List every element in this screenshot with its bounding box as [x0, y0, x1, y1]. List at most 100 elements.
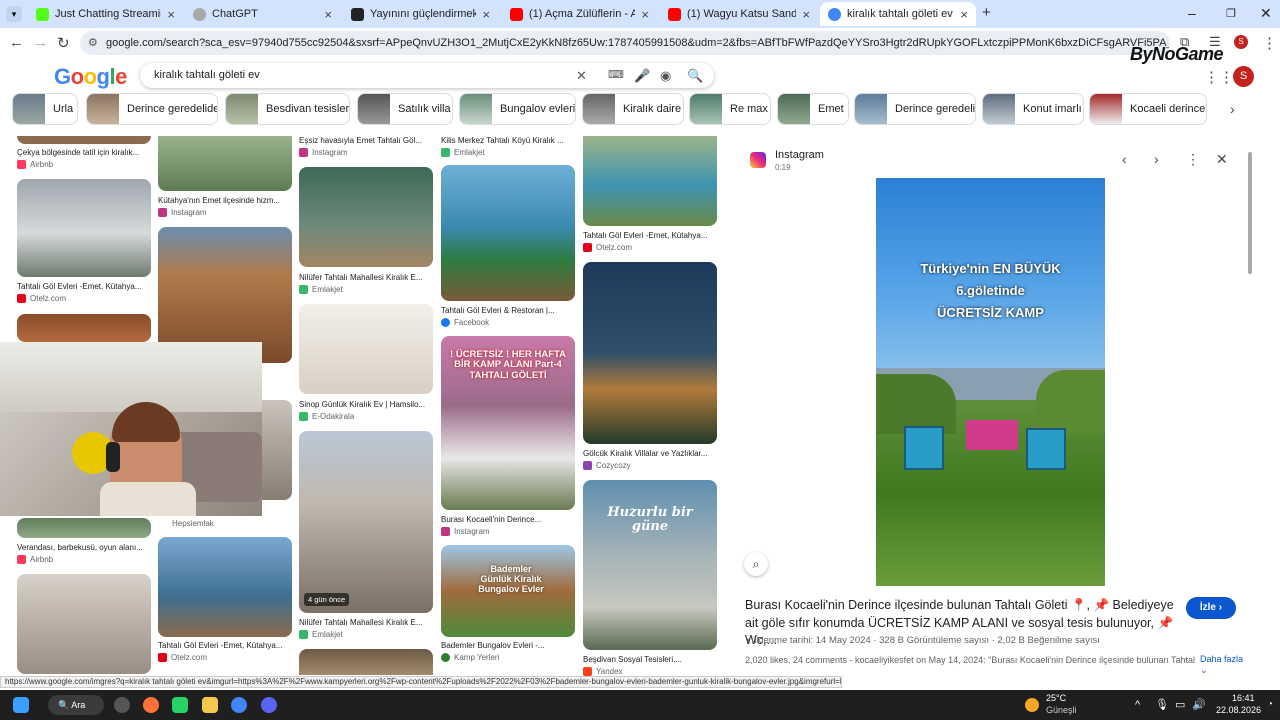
tab-youtube-music[interactable]: (1) Açma Zülüflerin - Anatolian × [502, 2, 657, 26]
forward-icon[interactable]: → [33, 34, 48, 51]
result-card[interactable]: Bademler Günlük Kiralık Bungalov Evler B… [441, 545, 575, 665]
result-card[interactable]: 4 gün önce Nilüfer Tahtalı Mahallesi Kir… [299, 431, 433, 641]
watch-button[interactable]: İzle › [1186, 597, 1236, 619]
result-image[interactable] [17, 179, 151, 277]
result-card[interactable]: Kütahya'nın Emet ilçesinde hizm... Insta… [158, 136, 292, 220]
result-card[interactable]: Tahtalı Göl Evleri -Emet, Kütahya... Ote… [583, 136, 717, 254]
close-icon[interactable]: × [802, 7, 810, 22]
result-image[interactable] [299, 431, 433, 613]
preview-source[interactable]: Instagram [775, 149, 824, 161]
search-input[interactable]: kiralık tahtalı göleti ev [154, 69, 260, 81]
prev-icon[interactable]: ‹ [1122, 151, 1127, 167]
result-title[interactable]: Tahtalı Göl Evleri -Emet, Kütahya... [158, 641, 292, 650]
preview-image[interactable]: Türkiye'nin EN BÜYÜK 6.göletinde ÜCRETSİ… [876, 178, 1105, 586]
more-options-icon[interactable]: ⋮ [1186, 151, 1200, 168]
mic-icon[interactable]: 🎤 [634, 63, 650, 88]
result-card[interactable] [17, 574, 151, 674]
windows-start-icon[interactable] [13, 697, 29, 713]
search-box[interactable]: kiralık tahtalı göleti ev ✕ ⌨ 🎤 ◉ 🔍 [140, 63, 714, 88]
tab-chatgpt[interactable]: ChatGPT × [185, 2, 340, 26]
profile-avatar[interactable]: S [1234, 35, 1248, 49]
result-card[interactable]: Nilüfer Tahtalı Mahallesi Kiralık E... E… [299, 167, 433, 297]
chip-emet[interactable]: Emet [777, 93, 849, 125]
google-logo[interactable]: Google [54, 64, 127, 90]
result-title[interactable]: Sinop Günlük Kiralık Ev | Hamsilo... [299, 400, 433, 409]
reload-icon[interactable]: ↻ [57, 34, 70, 52]
lens-icon[interactable]: ◉ [660, 63, 671, 88]
close-icon[interactable]: ✕ [1216, 151, 1228, 168]
result-card[interactable]: Huzurlu bir güne Beşdivan Sosyal Tesisle… [583, 480, 717, 676]
result-title[interactable]: Eşsiz havasıyla Emet Tahtalı Göl... [299, 136, 433, 145]
close-icon[interactable]: × [482, 7, 490, 22]
result-image[interactable] [17, 518, 151, 538]
taskbar-search[interactable]: 🔍 Ara [48, 695, 104, 715]
tab-kick[interactable]: Just Chatting Streaming - Live S × [28, 2, 183, 26]
result-card[interactable]: Eşsiz havasıyla Emet Tahtalı Göl... Inst… [299, 136, 433, 160]
weather-icon[interactable] [1025, 698, 1039, 712]
chip-kiralik-daire[interactable]: Kiralık daire [582, 93, 684, 125]
result-title[interactable]: Bademler Bungalov Evleri -... [441, 641, 575, 650]
result-card[interactable]: ! ÜCRETSİZ ! HER HAFTA BİR KAMP ALANI Pa… [441, 336, 575, 538]
result-image[interactable] [583, 262, 717, 444]
google-account-avatar[interactable]: S [1233, 66, 1254, 87]
result-title[interactable]: Nilüfer Tahtalı Mahallesi Kiralık E... [299, 273, 433, 282]
chip-bungalov-evleri[interactable]: Bungalov evleri [459, 93, 576, 125]
result-title[interactable]: Gölcük Kiralık Villalar ve Yazlıklar... [583, 449, 717, 458]
chrome-icon[interactable] [231, 697, 247, 713]
clock-time[interactable]: 16:41 [1232, 693, 1255, 703]
chip-satilik-villa[interactable]: Satılık villa [357, 93, 453, 125]
result-image[interactable] [158, 136, 292, 191]
tab-search-button[interactable]: ▾ [6, 6, 22, 22]
close-icon[interactable]: × [167, 7, 175, 22]
result-title[interactable]: Tahtalı Göl Evleri -Emet, Kütahya... [583, 231, 717, 240]
result-card[interactable]: Tahtalı Göl Evleri -Emet, Kütahya... Ote… [17, 179, 151, 309]
firefox-icon[interactable] [143, 697, 159, 713]
result-image[interactable] [17, 314, 151, 342]
notification-icon[interactable]: ◔ [1267, 699, 1273, 710]
scrollbar[interactable] [1248, 152, 1252, 274]
result-card[interactable]: Sinop Günlük Kiralık Ev | Hamsilo... E-O… [299, 304, 433, 424]
new-tab-button[interactable]: + [982, 4, 991, 21]
result-image[interactable] [441, 165, 575, 301]
result-title[interactable]: Burası Kocaeli'nin Derince... [441, 515, 575, 524]
result-title[interactable]: Tahtalı Göl Evleri -Emet, Kütahya... [17, 282, 151, 291]
minimize-button[interactable]: – [1188, 5, 1196, 21]
result-title[interactable]: Beşdivan Sosyal Tesisleri,... [583, 655, 717, 664]
whatsapp-icon[interactable] [172, 697, 188, 713]
result-image[interactable] [158, 537, 292, 637]
result-title[interactable]: Kilis Merkez Tahtalı Köyü Kiralık ... [441, 136, 575, 145]
result-card[interactable] [299, 649, 433, 675]
result-title[interactable]: Tahtalı Göl Evleri & Restoran |... [441, 306, 575, 315]
result-image[interactable] [299, 304, 433, 394]
close-icon[interactable]: × [324, 7, 332, 22]
keyboard-icon[interactable]: ⌨ [608, 63, 624, 88]
lens-icon[interactable]: ⌕ [744, 552, 768, 576]
result-card[interactable] [17, 314, 151, 342]
apps-grid-icon[interactable]: ⋮⋮ [1204, 68, 1234, 86]
chip-re-max[interactable]: Re max [689, 93, 771, 125]
file-explorer-icon[interactable] [202, 697, 218, 713]
result-card[interactable]: Tahtalı Göl Evleri & Restoran |... Faceb… [441, 165, 575, 329]
clock-date[interactable]: 22.08.2026 [1216, 705, 1261, 715]
result-title[interactable]: Kütahya'nın Emet ilçesinde hizm... [158, 196, 292, 205]
network-icon[interactable]: ▭ [1175, 698, 1185, 711]
maximize-button[interactable]: ❐ [1226, 7, 1236, 20]
tab-stream-tips[interactable]: Yayınını güçlendirmek için en iyi × [343, 2, 498, 26]
discord-icon[interactable] [261, 697, 277, 713]
result-card[interactable]: Kilis Merkez Tahtalı Köyü Kiralık ... Em… [441, 136, 575, 160]
tab-youtube-katsu[interactable]: (1) Wagyu Katsu Sando! - YouTu × [660, 2, 818, 26]
chevron-right-icon[interactable]: › [1230, 101, 1235, 117]
widgets-icon[interactable] [114, 697, 130, 713]
result-card[interactable]: Tahtalı Göl Evleri -Emet, Kütahya... Ote… [158, 537, 292, 663]
result-card[interactable]: Çekya bölgesinde tatil için kiralık... A… [17, 136, 151, 170]
next-icon[interactable]: › [1154, 151, 1159, 167]
result-card[interactable]: Gölcük Kiralık Villalar ve Yazlıklar... … [583, 262, 717, 472]
chevron-up-icon[interactable]: ^ [1135, 699, 1140, 711]
window-close-button[interactable]: ✕ [1260, 5, 1272, 22]
search-icon[interactable]: 🔍 [687, 63, 703, 88]
mic-icon[interactable]: 🎙 [1155, 698, 1169, 711]
menu-icon[interactable]: ⋮ [1262, 34, 1277, 52]
result-title[interactable]: Verandası, barbekusü, oyun alanı... [17, 543, 151, 552]
result-image[interactable] [299, 167, 433, 267]
result-image[interactable] [583, 136, 717, 226]
